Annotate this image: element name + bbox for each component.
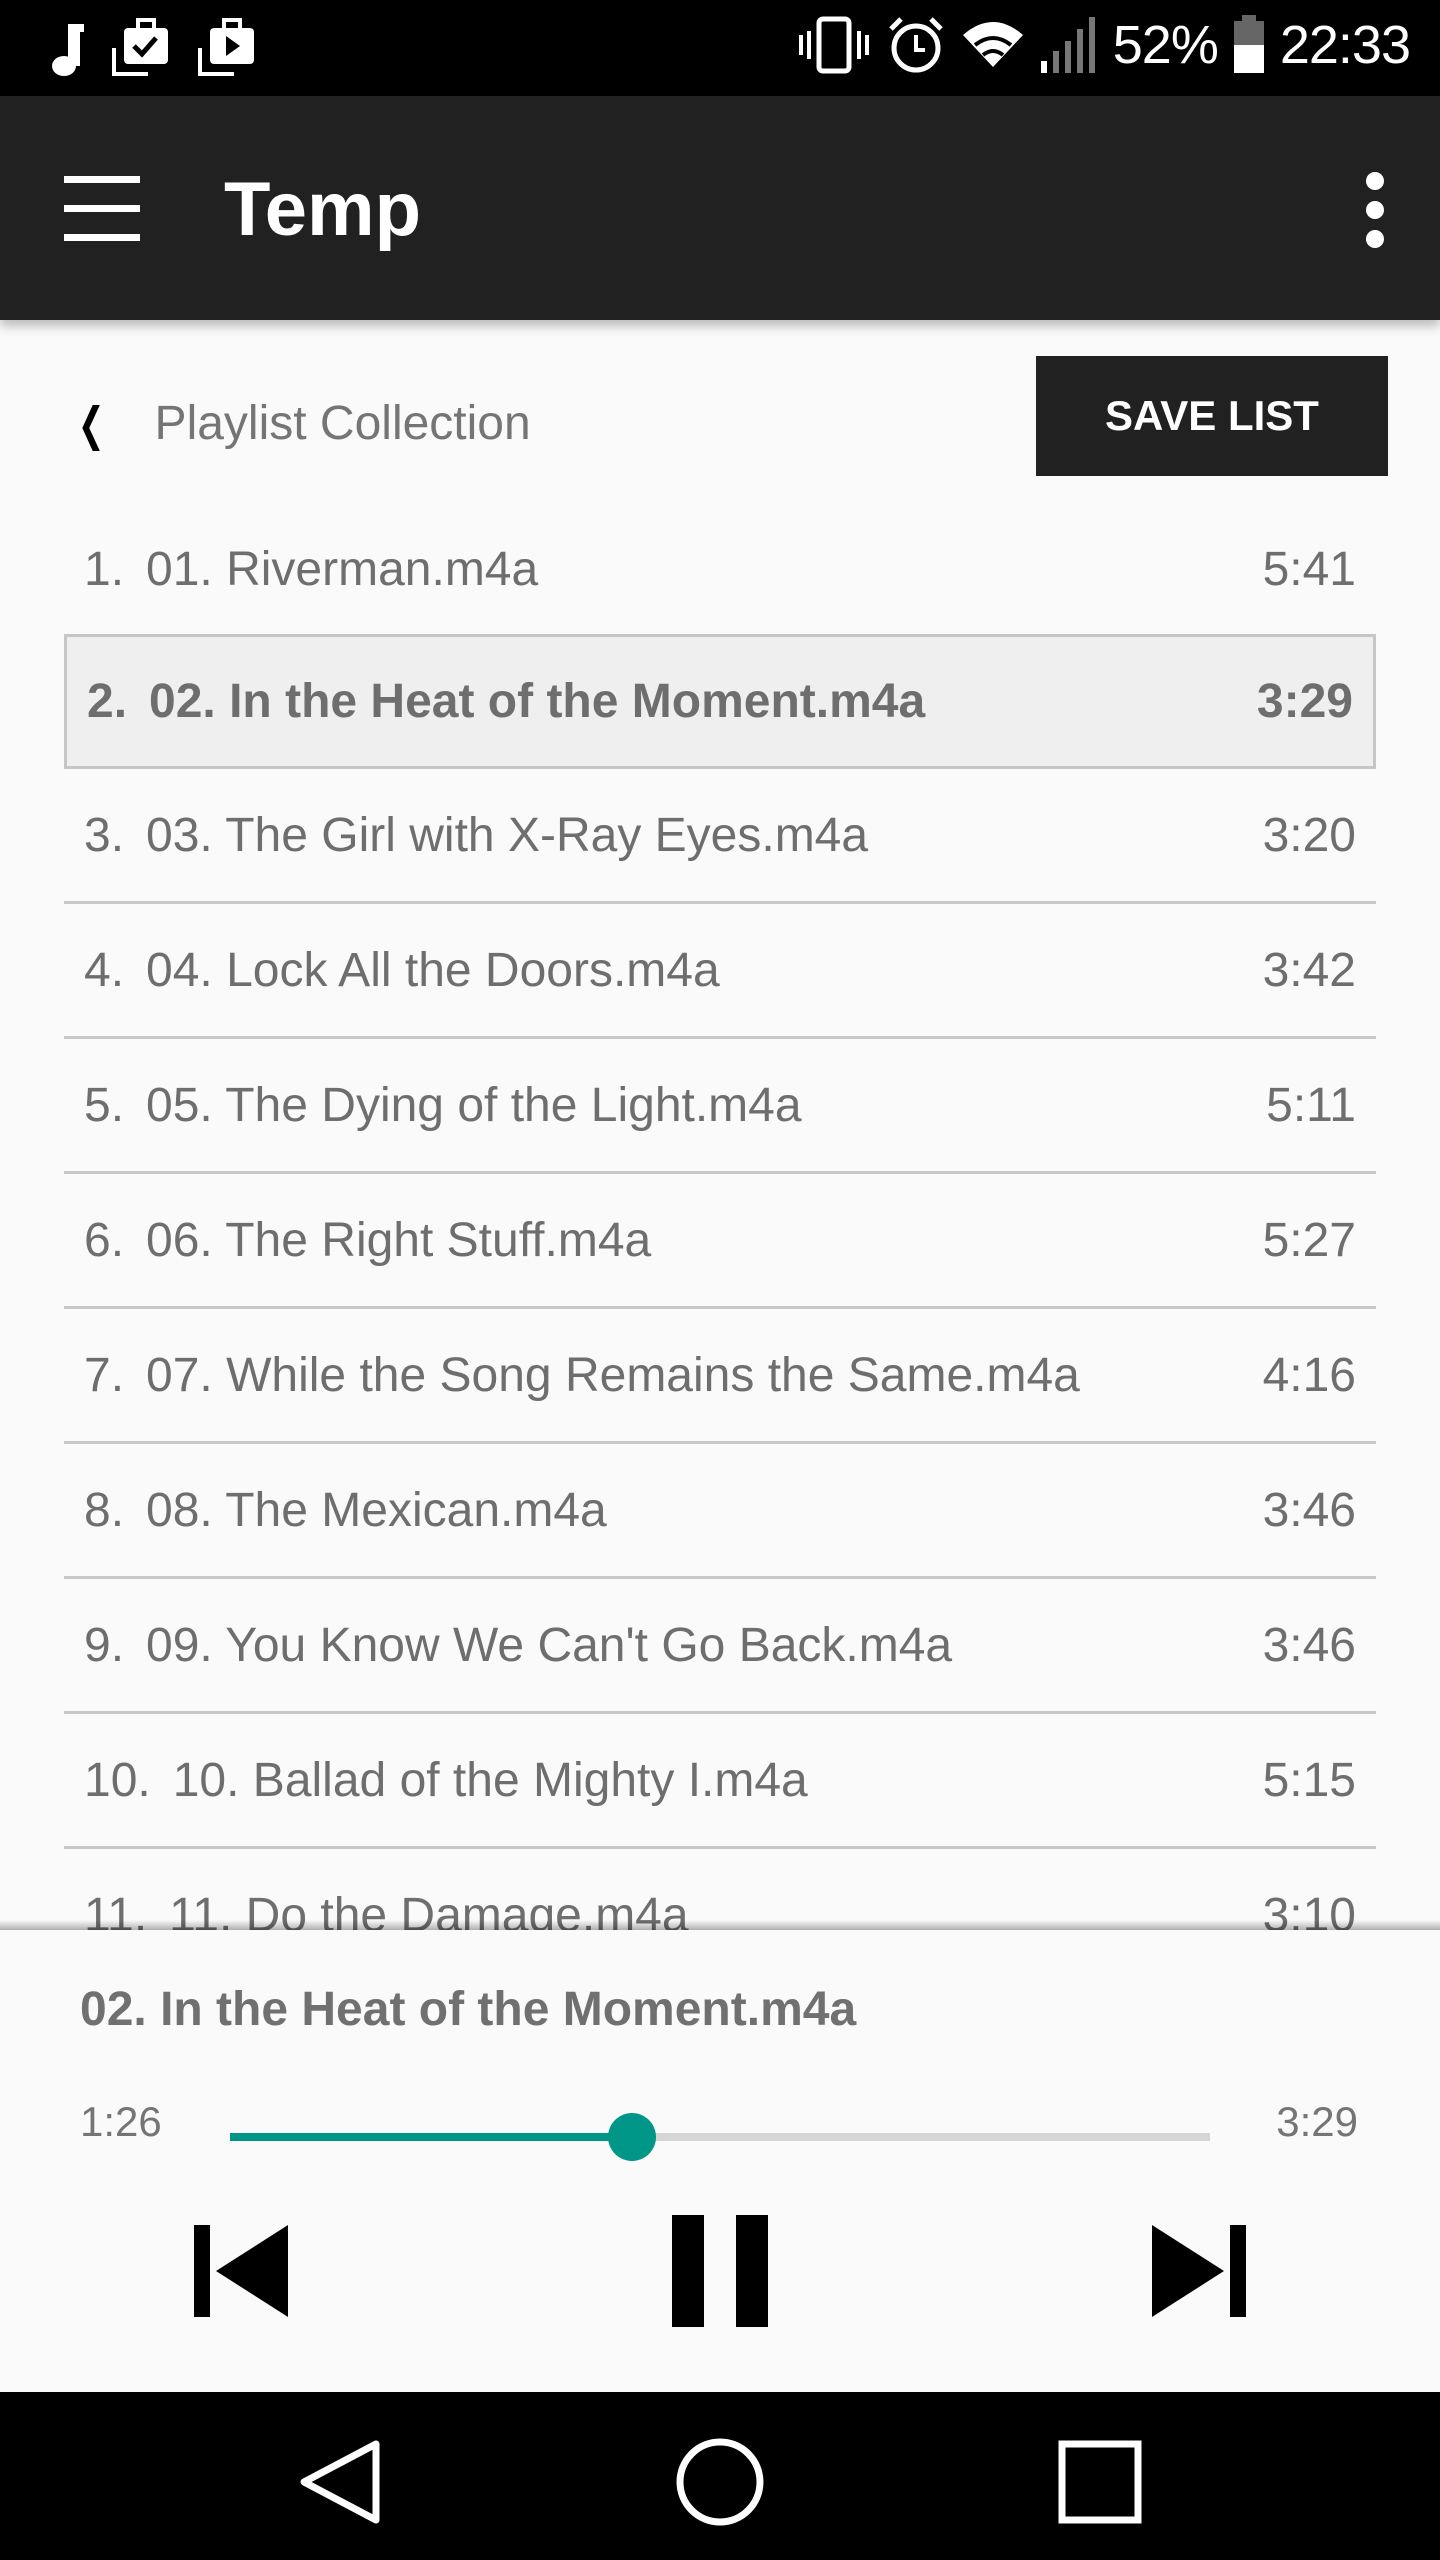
track-name: 09. You Know We Can't Go Back.m4a bbox=[146, 1618, 953, 1672]
track-list[interactable]: 1. 01. Riverman.m4a 5:41 2. 02. In the Heat … bbox=[64, 505, 1376, 1930]
skip-previous-icon[interactable] bbox=[190, 2221, 290, 2321]
battery-percent: 52% bbox=[1112, 15, 1219, 75]
skip-next-icon[interactable] bbox=[1150, 2221, 1250, 2321]
now-playing-title: 02. In the Heat of the Moment.m4a bbox=[80, 1983, 857, 2036]
track-name: 02. In the Heat of the Moment.m4a bbox=[149, 675, 926, 728]
app-bar: Temp bbox=[0, 96, 1440, 320]
status-bar: 52% 22:33 bbox=[0, 0, 1440, 96]
music-note-icon bbox=[52, 24, 84, 76]
track-duration: 3:42 bbox=[1262, 943, 1356, 997]
track-duration: 4:16 bbox=[1262, 1348, 1356, 1402]
track-duration: 5:41 bbox=[1262, 543, 1356, 596]
track-duration: 3:29 bbox=[1256, 675, 1353, 728]
track-row[interactable]: 11. 11. Do the Damage.m4a 3:10 bbox=[64, 1849, 1376, 1931]
alarm-icon bbox=[888, 17, 943, 73]
total-time: 3:29 bbox=[1276, 2098, 1358, 2145]
track-index: 2. bbox=[87, 675, 128, 728]
back-label: Playlist Collection bbox=[154, 397, 531, 450]
seek-progress bbox=[230, 2133, 632, 2141]
signal-icon bbox=[1040, 17, 1095, 73]
track-name: 07. While the Song Remains the Same.m4a bbox=[146, 1348, 1080, 1402]
track-index: 10. bbox=[84, 1753, 151, 1807]
system-nav-bar bbox=[0, 2392, 1440, 2560]
elapsed-time: 1:26 bbox=[80, 2098, 162, 2145]
more-vert-icon[interactable] bbox=[1360, 172, 1390, 248]
track-row[interactable]: 3. 03. The Girl with X-Ray Eyes.m4a 3:20 bbox=[64, 769, 1376, 904]
back-to-playlist-collection[interactable]: ❮ Playlist Collection bbox=[72, 396, 531, 451]
home-circle-icon[interactable] bbox=[670, 2432, 770, 2532]
download-check-icon bbox=[112, 18, 168, 76]
download-play-icon bbox=[198, 18, 254, 76]
track-name: 06. The Right Stuff.m4a bbox=[146, 1213, 652, 1267]
hamburger-menu-icon[interactable] bbox=[64, 176, 140, 246]
recents-square-icon[interactable] bbox=[1050, 2432, 1150, 2532]
track-index: 8. bbox=[84, 1483, 125, 1537]
track-row[interactable]: 1. 01. Riverman.m4a 5:41 bbox=[64, 505, 1376, 637]
vibrate-icon bbox=[798, 16, 869, 74]
track-name: 03. The Girl with X-Ray Eyes.m4a bbox=[146, 808, 869, 862]
track-row[interactable]: 4. 04. Lock All the Doors.m4a 3:42 bbox=[64, 904, 1376, 1039]
track-name: 08. The Mexican.m4a bbox=[146, 1483, 607, 1537]
track-row[interactable]: 6. 06. The Right Stuff.m4a 5:27 bbox=[64, 1174, 1376, 1309]
track-duration: 5:15 bbox=[1262, 1753, 1356, 1807]
track-name: 05. The Dying of the Light.m4a bbox=[146, 1078, 802, 1132]
seek-bar[interactable] bbox=[230, 2113, 1210, 2164]
battery-icon bbox=[1233, 15, 1264, 73]
track-duration: 3:46 bbox=[1262, 1618, 1356, 1672]
track-row[interactable]: 5. 05. The Dying of the Light.m4a 5:11 bbox=[64, 1039, 1376, 1174]
track-index: 6. bbox=[84, 1213, 125, 1267]
track-row[interactable]: 10. 10. Ballad of the Mighty I.m4a 5:15 bbox=[64, 1714, 1376, 1849]
track-name: 04. Lock All the Doors.m4a bbox=[146, 943, 720, 997]
track-name: 01. Riverman.m4a bbox=[146, 543, 539, 596]
chevron-left-icon: ❮ bbox=[77, 397, 105, 450]
clock: 22:33 bbox=[1279, 15, 1411, 75]
track-duration: 3:20 bbox=[1262, 808, 1356, 862]
back-triangle-icon[interactable] bbox=[290, 2432, 390, 2532]
track-row[interactable]: 2. 02. In the Heat of the Moment.m4a 3:29 bbox=[64, 634, 1376, 769]
track-index: 4. bbox=[84, 943, 125, 997]
track-index: 9. bbox=[84, 1618, 125, 1672]
track-row[interactable]: 7. 07. While the Song Remains the Same.m4… bbox=[64, 1309, 1376, 1444]
seek-thumb[interactable] bbox=[607, 2113, 656, 2161]
track-duration: 3:46 bbox=[1262, 1483, 1356, 1537]
app-title: Temp bbox=[224, 167, 422, 252]
track-index: 3. bbox=[84, 808, 125, 862]
track-index: 5. bbox=[84, 1078, 125, 1132]
track-duration: 5:27 bbox=[1262, 1213, 1356, 1267]
track-duration: 5:11 bbox=[1266, 1078, 1356, 1132]
track-index: 7. bbox=[84, 1348, 125, 1402]
track-name: 10. Ballad of the Mighty I.m4a bbox=[172, 1753, 808, 1807]
save-list-button[interactable]: SAVE LIST bbox=[1036, 356, 1388, 476]
track-row[interactable]: 9. 09. You Know We Can't Go Back.m4a 3:46 bbox=[64, 1579, 1376, 1714]
track-index: 1. bbox=[84, 543, 125, 596]
pause-icon[interactable] bbox=[670, 2215, 770, 2327]
wifi-icon bbox=[962, 22, 1023, 67]
track-row[interactable]: 8. 08. The Mexican.m4a 3:46 bbox=[64, 1444, 1376, 1579]
